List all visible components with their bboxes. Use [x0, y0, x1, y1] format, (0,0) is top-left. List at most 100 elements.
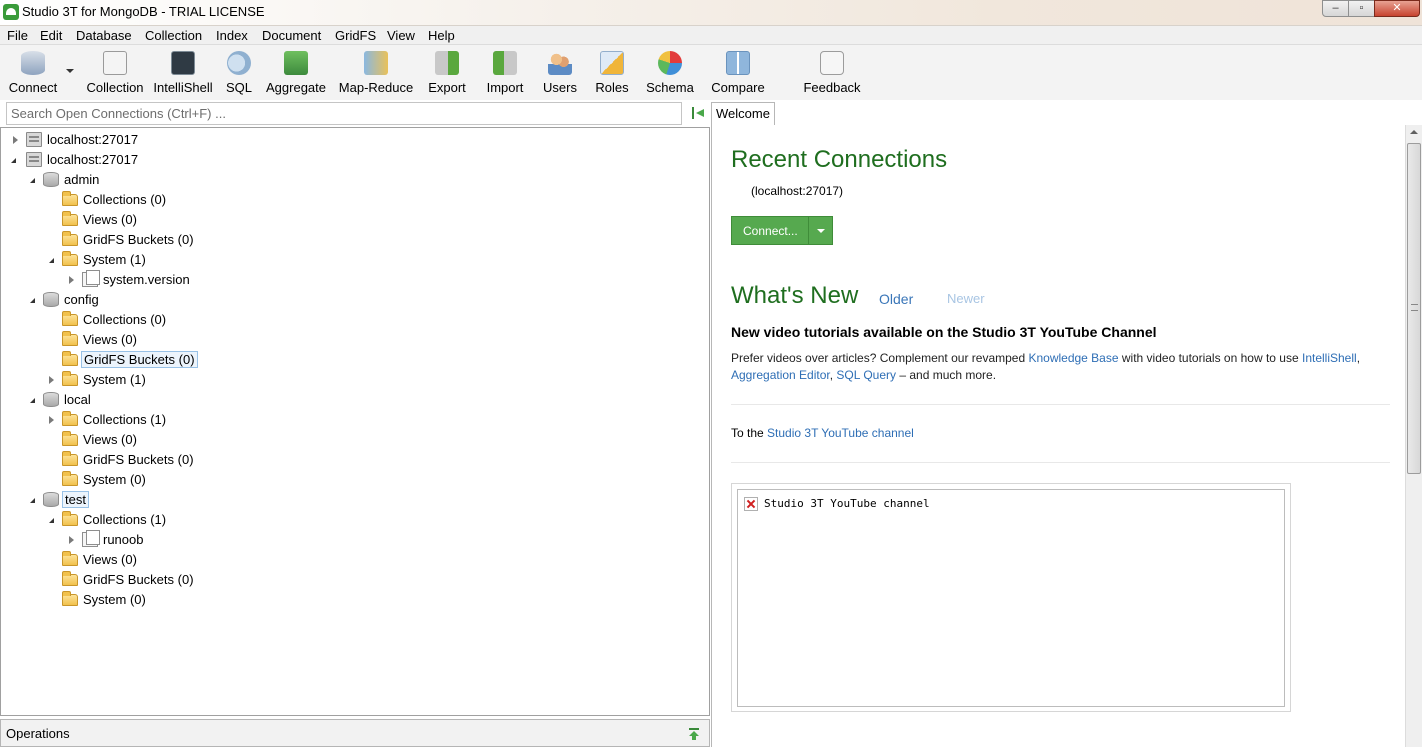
menu-help[interactable]: Help — [428, 28, 455, 43]
collection-icon — [103, 51, 127, 75]
compare-button[interactable]: Compare — [709, 51, 767, 95]
connect-button[interactable]: Connect — [8, 51, 58, 95]
youtube-line: To the Studio 3T YouTube channel — [731, 426, 914, 440]
menu-edit[interactable]: Edit — [40, 28, 62, 43]
grip-icon — [1411, 304, 1418, 311]
folder-icon — [62, 551, 78, 566]
minimize-button[interactable]: ‒ — [1322, 0, 1349, 17]
folder-icon — [62, 371, 78, 386]
older-link[interactable]: Older — [879, 291, 913, 307]
feedback-button[interactable]: Feedback — [802, 51, 862, 95]
aggregate-button[interactable]: Aggregate — [264, 51, 328, 95]
folder-icon — [62, 331, 78, 346]
folder-icon — [62, 431, 78, 446]
embed-frame: Studio 3T YouTube channel — [731, 483, 1291, 712]
map-reduce-button[interactable]: Map-Reduce — [337, 51, 415, 95]
export-button[interactable]: Export — [426, 51, 468, 95]
scrollbar[interactable] — [1405, 125, 1422, 747]
menu-index[interactable]: Index — [216, 28, 248, 43]
collection-button[interactable]: Collection — [84, 51, 146, 95]
expand-arrow-icon[interactable] — [69, 536, 74, 544]
menu-document[interactable]: Document — [262, 28, 321, 43]
import-icon — [493, 51, 517, 75]
menu-database[interactable]: Database — [76, 28, 132, 43]
database-icon — [43, 172, 59, 187]
collection-icon — [82, 530, 100, 547]
chevron-down-icon[interactable] — [808, 217, 832, 244]
collapse-arrow-icon[interactable] — [30, 298, 35, 303]
sql-icon — [227, 51, 251, 75]
roles-button[interactable]: Roles — [594, 51, 630, 95]
menu-file[interactable]: File — [7, 28, 28, 43]
collapse-arrow-icon[interactable] — [49, 258, 54, 263]
compare-icon — [726, 51, 750, 75]
menu-gridfs[interactable]: GridFS — [335, 28, 376, 43]
youtube-channel-link[interactable]: Studio 3T YouTube channel — [767, 426, 914, 440]
folder-icon — [62, 571, 78, 586]
collapse-arrow-icon[interactable] — [30, 498, 35, 503]
operations-bar[interactable]: Operations — [0, 719, 710, 747]
collapse-panel-icon[interactable] — [690, 105, 706, 121]
connection-tree: localhost:27017 localhost:27017 admin Co… — [0, 127, 710, 716]
sql-query-link[interactable]: SQL Query — [836, 368, 896, 382]
expand-arrow-icon[interactable] — [13, 136, 18, 144]
intellishell-link[interactable]: IntelliShell — [1302, 351, 1357, 365]
server-icon — [26, 152, 42, 167]
connect-dropdown-icon[interactable] — [66, 69, 74, 73]
menu-view[interactable]: View — [387, 28, 415, 43]
intellishell-icon — [171, 51, 195, 75]
embed-image[interactable]: Studio 3T YouTube channel — [737, 489, 1285, 707]
newer-link[interactable]: Newer — [947, 291, 985, 306]
folder-open-icon — [62, 511, 78, 526]
collapse-arrow-icon[interactable] — [49, 518, 54, 523]
database-icon — [43, 392, 59, 407]
close-button[interactable]: ✕ — [1374, 0, 1420, 17]
aggregation-editor-link[interactable]: Aggregation Editor — [731, 368, 830, 382]
folder-icon — [62, 231, 78, 246]
maximize-button[interactable]: ▫ — [1348, 0, 1375, 17]
tab-welcome[interactable]: Welcome — [711, 102, 775, 125]
folder-icon — [62, 191, 78, 206]
collapse-arrow-icon[interactable] — [11, 158, 16, 163]
knowledge-base-link[interactable]: Knowledge Base — [1028, 351, 1118, 365]
export-icon — [435, 51, 459, 75]
folder-icon — [62, 351, 78, 366]
aggregate-icon — [284, 51, 308, 75]
divider — [731, 404, 1390, 405]
menu-bar: File Edit Database Collection Index Docu… — [0, 26, 1422, 45]
database-icon — [43, 492, 59, 507]
folder-icon — [62, 591, 78, 606]
expand-arrow-icon[interactable] — [69, 276, 74, 284]
broken-image-icon — [744, 497, 758, 511]
collapse-arrow-icon[interactable] — [30, 398, 35, 403]
folder-icon — [62, 411, 78, 426]
menu-collection[interactable]: Collection — [145, 28, 202, 43]
expand-arrow-icon[interactable] — [49, 416, 54, 424]
users-icon — [548, 51, 572, 75]
folder-icon — [62, 451, 78, 466]
title-bar: Studio 3T for MongoDB - TRIAL LICENSE ‒ … — [0, 0, 1422, 26]
toolbar: Connect Collection IntelliShell SQL Aggr… — [0, 45, 1422, 100]
sql-button[interactable]: SQL — [224, 51, 254, 95]
welcome-panel: Recent Connections (localhost:27017) Con… — [711, 125, 1405, 747]
intellishell-button[interactable]: IntelliShell — [152, 51, 214, 95]
server-icon — [26, 132, 42, 147]
roles-icon — [600, 51, 624, 75]
recent-connection-item[interactable]: (localhost:27017) — [751, 184, 843, 198]
folder-icon — [62, 311, 78, 326]
feedback-icon — [820, 51, 844, 75]
schema-button[interactable]: Schema — [646, 51, 694, 95]
recent-connections-title: Recent Connections — [731, 146, 948, 173]
scrollbar-thumb[interactable] — [1407, 143, 1421, 474]
collapse-arrow-icon[interactable] — [30, 178, 35, 183]
connect-button[interactable]: Connect... — [731, 216, 833, 245]
app-logo-icon — [3, 4, 19, 20]
folder-open-icon — [62, 251, 78, 266]
search-input[interactable] — [6, 102, 682, 125]
scroll-up-icon[interactable] — [1410, 130, 1418, 134]
users-button[interactable]: Users — [542, 51, 578, 95]
expand-arrow-icon[interactable] — [49, 376, 54, 384]
expand-up-icon[interactable] — [687, 727, 701, 741]
import-button[interactable]: Import — [484, 51, 526, 95]
folder-icon — [62, 211, 78, 226]
